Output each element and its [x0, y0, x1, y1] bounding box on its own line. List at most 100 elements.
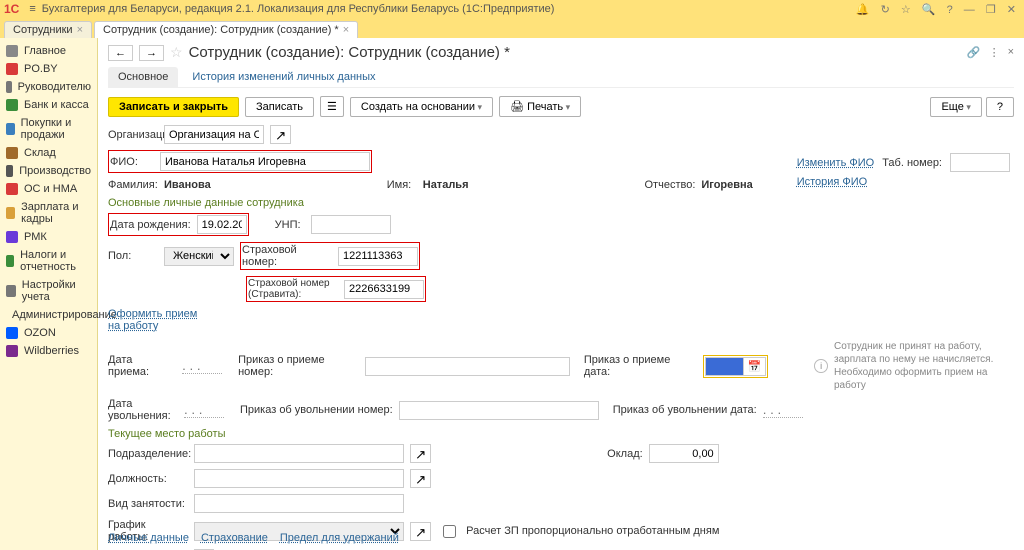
- sidebar-item-wb[interactable]: Wildberries: [0, 342, 97, 360]
- prop-calc-checkbox[interactable]: [443, 525, 456, 538]
- hire-link2[interactable]: на работу: [108, 320, 158, 332]
- position-input[interactable]: [194, 469, 404, 488]
- sidebar-item-main[interactable]: Главное: [0, 42, 97, 60]
- unp-label: УНП:: [275, 219, 305, 231]
- sidebar-item-poby[interactable]: PO.BY: [0, 60, 97, 78]
- insnum-label: Страховой номер:: [242, 244, 332, 268]
- division-input[interactable]: [194, 444, 404, 463]
- bell-icon[interactable]: 🔔: [856, 4, 870, 16]
- save-button[interactable]: Записать: [245, 97, 314, 117]
- restore-icon[interactable]: ❐: [986, 4, 996, 16]
- sex-label: Пол:: [108, 250, 158, 262]
- list-button[interactable]: ☰: [320, 96, 344, 117]
- insurance-link[interactable]: Страхование: [201, 532, 268, 544]
- search-icon[interactable]: 🔍: [922, 4, 936, 16]
- fire-order-label: Приказ об увольнении номер:: [240, 404, 393, 416]
- salary-input[interactable]: [649, 444, 719, 463]
- tax-icon: [6, 255, 14, 267]
- sidebar-item-production[interactable]: Производство: [0, 162, 97, 180]
- open-schedule-button[interactable]: ↗: [410, 522, 431, 541]
- calendar-icon[interactable]: 📅: [743, 357, 767, 376]
- star-icon[interactable]: ☆: [901, 4, 911, 16]
- back-button[interactable]: ←: [108, 45, 133, 61]
- info-icon: i: [814, 359, 828, 373]
- fire-order-input[interactable]: [399, 401, 599, 420]
- print-button[interactable]: 🖨 Печать: [499, 96, 581, 117]
- more-button[interactable]: Еще: [930, 97, 981, 117]
- tab-employees[interactable]: Сотрудники ×: [4, 21, 92, 38]
- sidebar-item-rmk[interactable]: РМК: [0, 228, 97, 246]
- sidebar-item-admin[interactable]: Администрирование: [0, 306, 97, 324]
- create-based-button[interactable]: Создать на основании: [350, 97, 493, 117]
- refresh-icon[interactable]: ↻: [881, 4, 890, 16]
- sidebar-item-assets[interactable]: ОС и НМА: [0, 180, 97, 198]
- link-icon[interactable]: 🔗: [967, 46, 981, 59]
- open-org-button[interactable]: ↗: [270, 125, 291, 144]
- forward-button[interactable]: →: [139, 45, 164, 61]
- fire-order-date-input[interactable]: [763, 402, 803, 418]
- emp-type-input[interactable]: [194, 494, 404, 513]
- window-title: Бухгалтерия для Беларуси, редакция 2.1. …: [42, 3, 852, 15]
- sidebar-item-settings[interactable]: Настройки учета: [0, 276, 97, 306]
- org-label: Организация:: [108, 129, 158, 141]
- manager-icon: [6, 81, 12, 93]
- sidebar-item-bank[interactable]: Банк и касса: [0, 96, 97, 114]
- personal-data-link[interactable]: Личные данные: [108, 532, 189, 544]
- current-place-title: Текущее место работы: [108, 428, 1014, 440]
- tab-label: Сотрудники: [13, 24, 73, 36]
- org-input[interactable]: [164, 125, 264, 144]
- sidebar-item-manager[interactable]: Руководителю: [0, 78, 97, 96]
- hire-date-label: Дата приема:: [108, 354, 176, 378]
- fio-input[interactable]: [160, 152, 370, 171]
- sidebar-item-ozon[interactable]: OZON: [0, 324, 97, 342]
- hire-order-input[interactable]: [365, 357, 570, 376]
- fio-label: ФИО:: [110, 156, 154, 168]
- dob-input[interactable]: [197, 215, 247, 234]
- content: ← → ☆ Сотрудник (создание): Сотрудник (с…: [98, 38, 1024, 550]
- fire-date-input[interactable]: [184, 402, 224, 418]
- fam-label: Фамилия:: [108, 179, 158, 191]
- salary-label: Оклад:: [607, 448, 643, 460]
- sidebar-item-sales[interactable]: Покупки и продажи: [0, 114, 97, 144]
- tab-label: Сотрудник (создание): Сотрудник (создани…: [103, 24, 339, 36]
- deduction-link[interactable]: Предел для удержаний: [280, 532, 399, 544]
- favorite-icon[interactable]: ☆: [170, 44, 183, 61]
- change-fio-link[interactable]: Изменить ФИО: [797, 157, 875, 169]
- sidebar-item-taxes[interactable]: Налоги и отчетность: [0, 246, 97, 276]
- poby-icon: [6, 63, 18, 75]
- sex-select[interactable]: Женский: [164, 247, 234, 266]
- hamburger-icon[interactable]: ≡: [29, 3, 35, 15]
- history-fio-link[interactable]: История ФИО: [797, 176, 1010, 188]
- open-position-button[interactable]: ↗: [410, 469, 431, 488]
- close-icon[interactable]: ✕: [1007, 4, 1016, 16]
- info-text: Сотрудник не принят на работу, зарплата …: [834, 340, 1014, 392]
- hire-link[interactable]: Оформить прием: [108, 308, 197, 320]
- dob-label: Дата рождения:: [110, 219, 191, 231]
- subtab-main[interactable]: Основное: [108, 67, 178, 87]
- sidebar-item-warehouse[interactable]: Склад: [0, 144, 97, 162]
- minimize-icon[interactable]: —: [964, 4, 975, 16]
- subtab-history[interactable]: История изменений личных данных: [190, 67, 377, 87]
- close-icon[interactable]: ×: [1008, 46, 1014, 59]
- factory-icon: [6, 165, 13, 177]
- tab-num-input[interactable]: [950, 153, 1010, 172]
- help-button[interactable]: ?: [986, 97, 1014, 117]
- unp-input[interactable]: [311, 215, 391, 234]
- more-icon[interactable]: ⋮: [989, 46, 1000, 59]
- insnum-input[interactable]: [338, 247, 418, 266]
- page-title: Сотрудник (создание): Сотрудник (создани…: [189, 44, 510, 61]
- hire-date-input[interactable]: [182, 358, 222, 374]
- save-close-button[interactable]: Записать и закрыть: [108, 97, 239, 117]
- close-icon[interactable]: ×: [343, 24, 349, 36]
- home-icon: [6, 45, 18, 57]
- help-icon[interactable]: ?: [947, 4, 953, 16]
- tab-employee-create[interactable]: Сотрудник (создание): Сотрудник (создани…: [94, 21, 358, 38]
- titlebar: 1С ≡ Бухгалтерия для Беларуси, редакция …: [0, 0, 1024, 18]
- name-value: Наталья: [423, 179, 469, 191]
- close-icon[interactable]: ×: [77, 24, 83, 36]
- sidebar-item-salary[interactable]: Зарплата и кадры: [0, 198, 97, 228]
- insnum2-input[interactable]: [344, 280, 424, 299]
- open-division-button[interactable]: ↗: [410, 444, 431, 463]
- hire-order-date-input[interactable]: [705, 357, 743, 376]
- app-logo: 1С: [4, 2, 19, 16]
